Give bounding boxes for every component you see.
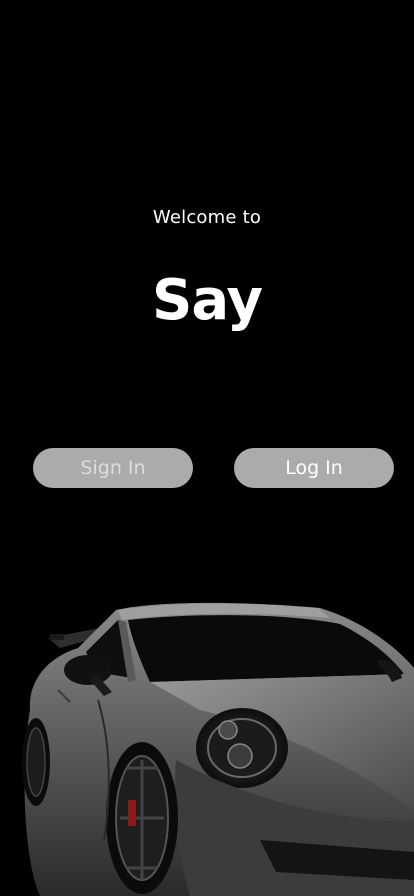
sign-in-button[interactable]: Sign In: [33, 448, 193, 488]
sports-car-image: [22, 602, 414, 896]
welcome-screen: Welcome to Say Sign In Log In: [0, 0, 414, 896]
welcome-subtitle: Welcome to: [152, 207, 262, 228]
log-in-button[interactable]: Log In: [234, 448, 394, 488]
app-title: Say: [152, 268, 263, 333]
